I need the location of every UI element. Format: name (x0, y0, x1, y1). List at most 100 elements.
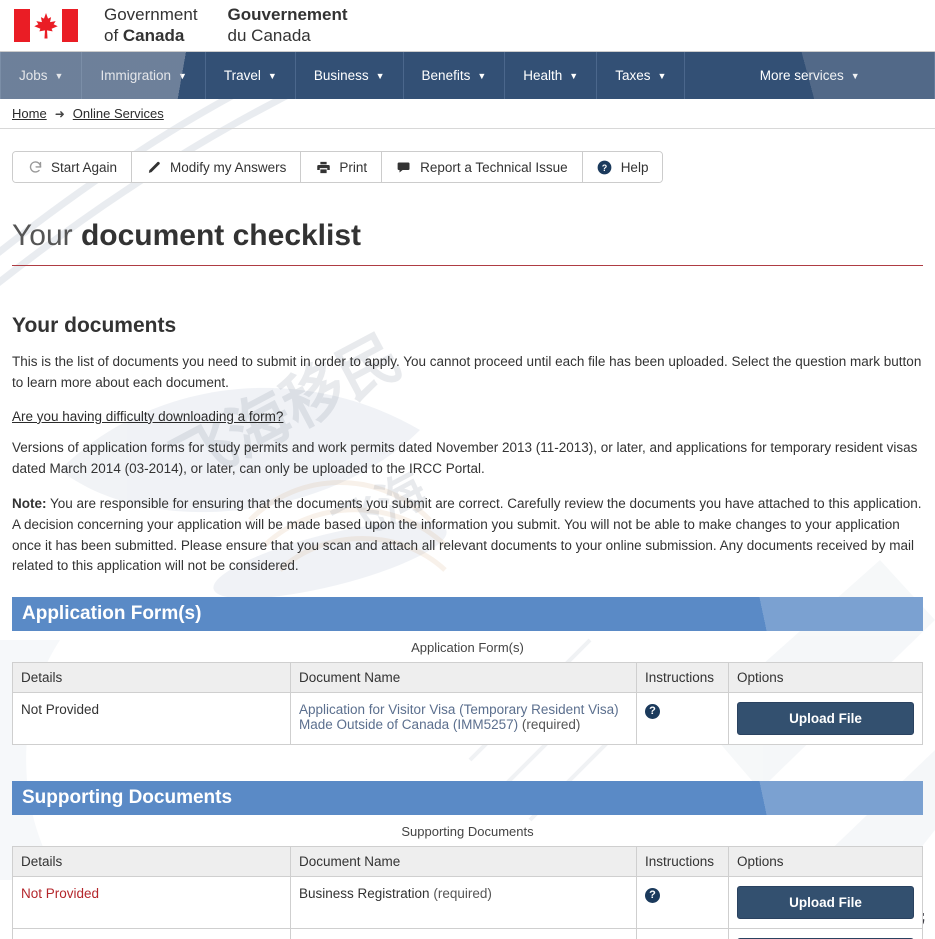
banner-sheen (603, 781, 923, 816)
chevron-down-icon: ▼ (54, 71, 64, 81)
nav-label: Jobs (19, 68, 48, 83)
wordmark-en-line2-regular: of (104, 25, 123, 45)
cell-document-name: Business Registration (required) (290, 876, 637, 930)
print-button[interactable]: Print (301, 152, 383, 182)
nav-item-benefits[interactable]: Benefits ▼ (404, 52, 506, 99)
report-technical-issue-button[interactable]: Report a Technical Issue (382, 152, 583, 182)
maple-leaf-icon (34, 12, 58, 38)
cell-instructions: ? (636, 876, 729, 930)
speech-bubble-icon (396, 159, 412, 175)
supporting-documents-caption: Supporting Documents (401, 824, 534, 840)
upload-file-button[interactable]: Upload File (737, 886, 914, 920)
button-label: Print (339, 159, 368, 175)
wordmark-fr-line1-bold: Gouvernement (227, 5, 348, 25)
chevron-down-icon: ▼ (569, 71, 579, 81)
difficulty-downloading-link[interactable]: Are you having difficulty downloading a … (12, 409, 283, 424)
supporting-documents-table: Details Document Name Instructions Optio… (12, 846, 923, 939)
nav-item-travel[interactable]: Travel ▼ (206, 52, 296, 99)
chevron-down-icon: ▼ (375, 71, 385, 81)
nav-item-more-services[interactable]: More services ▼ (685, 52, 935, 99)
cell-options: Upload File (728, 876, 923, 930)
wordmark-english: Government of Canada (104, 5, 198, 45)
breadcrumb-online-services-link[interactable]: Online Services (73, 106, 164, 121)
table-row: Not Provided Passport (required) ? Uploa… (12, 928, 923, 939)
chevron-down-icon: ▼ (850, 71, 860, 81)
nav-item-jobs[interactable]: Jobs ▼ (0, 52, 83, 99)
wordmark-french: Gouvernement du Canada (228, 5, 348, 45)
application-forms-banner: Application Form(s) (12, 597, 923, 632)
button-label: Report a Technical Issue (420, 159, 568, 175)
required-tag: (required) (433, 886, 492, 902)
col-header-instructions: Instructions (636, 662, 729, 694)
note-label: Note: (12, 495, 47, 511)
page-title: Your document checklist (12, 219, 923, 266)
intro-paragraph: This is the list of documents you need t… (12, 354, 922, 390)
table-header-row: Details Document Name Instructions Optio… (12, 662, 923, 694)
your-documents-heading: Your documents (12, 314, 177, 337)
banner-label: Supporting Documents (22, 787, 233, 809)
question-mark-icon: ? (597, 159, 613, 175)
page-root: Government of Canada Gouvernement du Can… (0, 0, 935, 939)
nav-item-health[interactable]: Health ▼ (505, 52, 598, 99)
question-mark-icon[interactable]: ? (645, 888, 660, 904)
nav-item-immigration[interactable]: Immigration ▼ (82, 52, 206, 99)
nav-label: More services (759, 68, 844, 83)
nav-item-taxes[interactable]: Taxes ▼ (597, 52, 686, 99)
cell-instructions: ? (636, 692, 729, 746)
wordmark-en-line2-bold: Canada (122, 25, 185, 45)
upload-file-button[interactable]: Upload File (737, 702, 914, 736)
chevron-down-icon: ▼ (267, 71, 277, 81)
cell-options: Upload File (728, 692, 923, 746)
svg-text:?: ? (602, 162, 607, 172)
chevron-down-icon: ▼ (477, 71, 487, 81)
note-paragraph: Note: You are responsible for ensuring t… (12, 494, 923, 578)
nav-label: Travel (223, 68, 261, 83)
col-header-options: Options (728, 846, 923, 878)
supporting-documents-banner: Supporting Documents (12, 781, 923, 816)
document-name-text: Business Registration (299, 886, 430, 902)
breadcrumb-home-link[interactable]: Home (12, 106, 47, 121)
table-row: Not Provided Business Registration (requ… (12, 876, 923, 930)
button-label: Modify my Answers (170, 159, 287, 175)
canada-flag-icon (14, 9, 78, 42)
note-text: You are responsible for ensuring that th… (12, 495, 922, 574)
help-button[interactable]: ? Help (582, 152, 663, 182)
start-again-button[interactable]: Start Again (13, 152, 133, 182)
nav-label: Immigration (100, 68, 171, 83)
table-header-row: Details Document Name Instructions Optio… (12, 846, 923, 878)
chevron-down-icon: ▼ (657, 71, 667, 81)
main-navigation: Jobs ▼ Immigration ▼ Travel ▼ Business ▼… (0, 52, 935, 99)
arrow-right-icon: ➜ (54, 106, 65, 121)
nav-label: Health (523, 68, 563, 83)
action-toolbar: Start Again Modify my Answers Print Repo… (12, 151, 664, 183)
site-header: Government of Canada Gouvernement du Can… (0, 0, 935, 52)
printer-icon (315, 159, 331, 175)
nav-label: Business (313, 68, 369, 83)
col-header-instructions: Instructions (636, 846, 729, 878)
question-mark-icon[interactable]: ? (645, 704, 660, 720)
cell-document-name: Passport (required) (290, 928, 637, 939)
col-header-options: Options (728, 662, 923, 694)
button-label: Start Again (51, 159, 118, 175)
nav-label: Taxes (615, 68, 651, 83)
nav-label: Benefits (421, 68, 471, 83)
refresh-icon (27, 159, 43, 175)
cell-options: Upload File (728, 928, 923, 939)
required-tag: (required) (521, 717, 581, 733)
col-header-details: Details (12, 662, 291, 694)
button-label: Help (620, 159, 649, 175)
cell-details: Not Provided (12, 928, 291, 939)
cell-document-name: Application for Visitor Visa (Temporary … (290, 692, 637, 746)
chevron-down-icon: ▼ (177, 71, 187, 81)
page-title-regular: Your (12, 219, 81, 252)
application-forms-table: Details Document Name Instructions Optio… (12, 662, 923, 746)
pencil-icon (146, 159, 162, 175)
nav-item-business[interactable]: Business ▼ (296, 52, 404, 99)
cell-details: Not Provided (12, 692, 291, 746)
col-header-document-name: Document Name (290, 846, 637, 878)
banner-sheen (603, 597, 923, 632)
wordmark-fr-line2: du Canada (227, 25, 311, 45)
main-content: Start Again Modify my Answers Print Repo… (0, 151, 935, 939)
modify-my-answers-button[interactable]: Modify my Answers (132, 152, 302, 182)
banner-label: Application Form(s) (22, 603, 202, 625)
